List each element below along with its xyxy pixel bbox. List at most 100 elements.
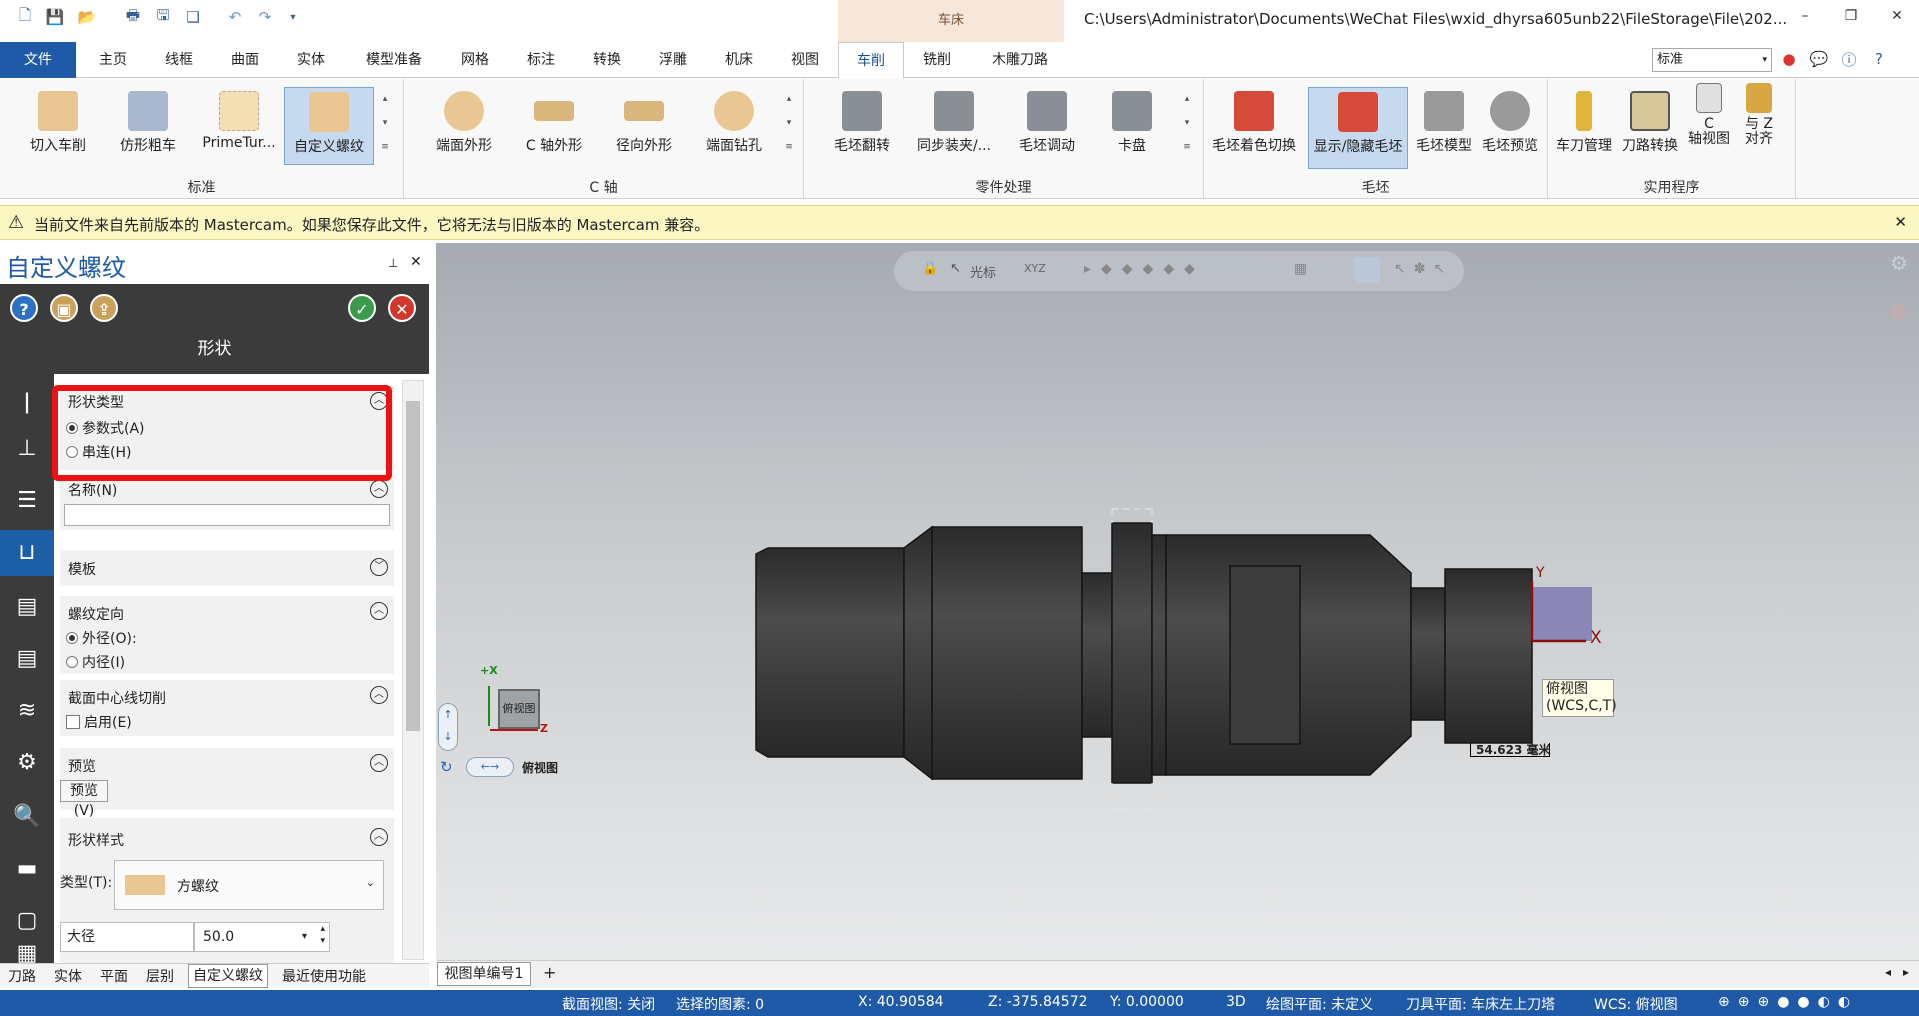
tab-solid[interactable]: 实体 [286, 42, 336, 78]
tab-machine[interactable]: 机床 [714, 42, 764, 78]
collapse-icon[interactable]: ︿ [370, 754, 388, 772]
radio-od[interactable]: 外径(O): [66, 628, 137, 648]
save-icon[interactable]: 💾 [44, 6, 66, 28]
info-icon[interactable]: ⓘ [1838, 48, 1860, 70]
rotate-icon[interactable]: ↻ [440, 758, 453, 776]
tab-solids[interactable]: 实体 [54, 966, 82, 986]
feedback-icon[interactable]: ● [1778, 48, 1800, 70]
tab-wood-toolpath[interactable]: 木雕刀路 [980, 42, 1060, 78]
help-icon[interactable]: ? [1868, 48, 1890, 70]
customize-icon[interactable]: ▾ [282, 6, 304, 28]
enable-checkbox[interactable]: 启用(E) [66, 712, 132, 732]
panel-close-button[interactable]: ✕ [410, 254, 422, 270]
pan-horizontal-control[interactable]: ←→ [466, 757, 514, 777]
expand-icon[interactable]: ﹀ [370, 558, 388, 576]
collapse-icon[interactable]: ︿ [370, 828, 388, 846]
close-window-button[interactable]: ✕ [1882, 8, 1912, 30]
copy-icon[interactable]: ❏ [182, 6, 204, 28]
stock-preview-button[interactable]: 毛坯预览 [1478, 87, 1542, 165]
tab-mesh[interactable]: 网格 [452, 42, 498, 78]
mode-3d-status[interactable]: 3D [1226, 994, 1246, 1010]
cycle-icon[interactable]: ▬ [0, 846, 54, 892]
undo-icon[interactable]: ↶ [224, 6, 246, 28]
sync-chuck-button[interactable]: 同步装夹/... [906, 87, 1002, 165]
scroll-right-icon[interactable]: ▸ [1903, 965, 1909, 979]
c-axis-contour-button[interactable]: C 轴外形 [510, 87, 598, 165]
print-icon[interactable]: 🖶 [122, 6, 144, 28]
align-z-button[interactable]: 与 Z 对齐 [1734, 79, 1784, 157]
thread-type-select[interactable]: 方螺纹 ⌄ [114, 860, 384, 910]
warning-close-button[interactable]: ✕ [1894, 213, 1907, 231]
params-icon[interactable]: ☰ [0, 478, 54, 524]
gallery-scroll-standard[interactable]: ▴ ▾ ≡ [378, 87, 392, 161]
face-contour-button[interactable]: 端面外形 [420, 87, 508, 165]
redo-icon[interactable]: ↷ [254, 6, 276, 28]
name-input[interactable] [64, 504, 390, 526]
stock-flip-button[interactable]: 毛坯翻转 [820, 87, 904, 165]
settings-icon[interactable]: ⚙ [0, 740, 54, 786]
wcs-status[interactable]: WCS: 俯视图 [1594, 994, 1678, 1014]
radio-id[interactable]: 内径(I) [66, 652, 125, 672]
gcode-icon[interactable]: ▢ [0, 898, 54, 944]
tool-icon[interactable]: ǀ [0, 380, 54, 426]
minimize-button[interactable]: – [1790, 8, 1820, 30]
tab-turning[interactable]: 车削 [838, 42, 904, 79]
export-icon[interactable]: ⇪ [90, 294, 118, 322]
tab-transform[interactable]: 转换 [582, 42, 632, 78]
collapse-icon[interactable]: ︿ [370, 602, 388, 620]
chuck-button[interactable]: 卡盘 [1092, 87, 1172, 165]
viewsheet-tab[interactable]: 视图单编号1 [437, 962, 531, 986]
plunge-turn-button[interactable]: 切入车削 [14, 87, 102, 165]
tab-model-prep[interactable]: 模型准备 [354, 42, 434, 78]
restore-button[interactable]: ❐ [1836, 8, 1866, 30]
shape-icon[interactable]: ⊔ [0, 530, 54, 576]
chat-icon[interactable]: 💬 [1808, 48, 1830, 70]
contour-rough-button[interactable]: 仿形粗车 [104, 87, 192, 165]
add-viewsheet-button[interactable]: + [543, 963, 556, 982]
view-cube[interactable]: 俯视图 [498, 689, 540, 729]
tab-file[interactable]: 文件 [0, 42, 76, 78]
stock-model-button[interactable]: 毛坯模型 [1412, 87, 1476, 165]
face-drill-button[interactable]: 端面钻孔 [690, 87, 778, 165]
tab-recent[interactable]: 最近使用功能 [282, 966, 366, 986]
major-dia-input[interactable]: 50.0 ▾ ▴ ▾ [194, 922, 330, 952]
custom-thread-button[interactable]: 自定义螺纹 [284, 87, 374, 165]
tab-annotate[interactable]: 标注 [516, 42, 566, 78]
primeturn-button[interactable]: PrimeTur... [194, 87, 284, 165]
panel-scrollbar[interactable] [402, 380, 424, 960]
tool-manager-button[interactable]: 车刀管理 [1552, 87, 1616, 165]
tab-toolpaths[interactable]: 刀路 [8, 966, 36, 986]
stock-shading-button[interactable]: 毛坯着色切换 [1208, 87, 1300, 165]
status-icons[interactable]: ⊕⊕⊕●●◐◐ [1718, 994, 1858, 1010]
tab-relief[interactable]: 浮雕 [648, 42, 698, 78]
tab-planes[interactable]: 平面 [100, 966, 128, 986]
help-icon[interactable]: ? [10, 294, 38, 322]
scroll-left-icon[interactable]: ◂ [1885, 965, 1891, 979]
cancel-button[interactable]: ✕ [388, 294, 416, 322]
collapse-icon[interactable]: ︿ [370, 480, 388, 498]
ok-button[interactable]: ✓ [348, 294, 376, 322]
stock-advance-button[interactable]: 毛坯调动 [1004, 87, 1090, 165]
c-axis-view-button[interactable]: C 轴视图 [1684, 79, 1734, 157]
style-select[interactable]: 标准 ▾ [1652, 48, 1772, 72]
save-params-icon[interactable]: ▣ [50, 294, 78, 322]
thread-icon[interactable]: ≋ [0, 688, 54, 734]
tab-wireframe[interactable]: 线框 [154, 42, 204, 78]
profile-icon[interactable]: ▤ [0, 584, 54, 630]
tplane-status[interactable]: 刀具平面: 车床左上刀塔 [1406, 994, 1555, 1014]
open-icon[interactable]: 📂 [76, 6, 98, 28]
radial-contour-button[interactable]: 径向外形 [600, 87, 688, 165]
graphics-viewport[interactable]: 🔒 ↖ 光标 XYZ ▸◆◆◆◆◆ ▦ ↖✽↖ X Y 俯视图 (WCS,C,T… [436, 243, 1919, 960]
search-icon[interactable]: 🔍 [0, 794, 54, 840]
collapse-icon[interactable]: ︿ [370, 686, 388, 704]
cplane-status[interactable]: 绘图平面: 未定义 [1266, 994, 1373, 1014]
section-view-status[interactable]: 截面视图: 关闭 [562, 994, 655, 1014]
save-as-icon[interactable]: 🖫 [152, 6, 174, 28]
more-icon[interactable]: ▦ [0, 943, 54, 965]
holder-icon[interactable]: ⊥ [0, 426, 54, 472]
scroll-thumb[interactable] [406, 401, 420, 731]
pin-icon[interactable]: ⊥ [388, 256, 398, 270]
show-hide-stock-button[interactable]: 显示/隐藏毛坯 [1308, 87, 1408, 169]
gallery-scroll-part[interactable]: ▴ ▾ ≡ [1180, 87, 1194, 161]
tab-levels[interactable]: 层别 [146, 966, 174, 986]
